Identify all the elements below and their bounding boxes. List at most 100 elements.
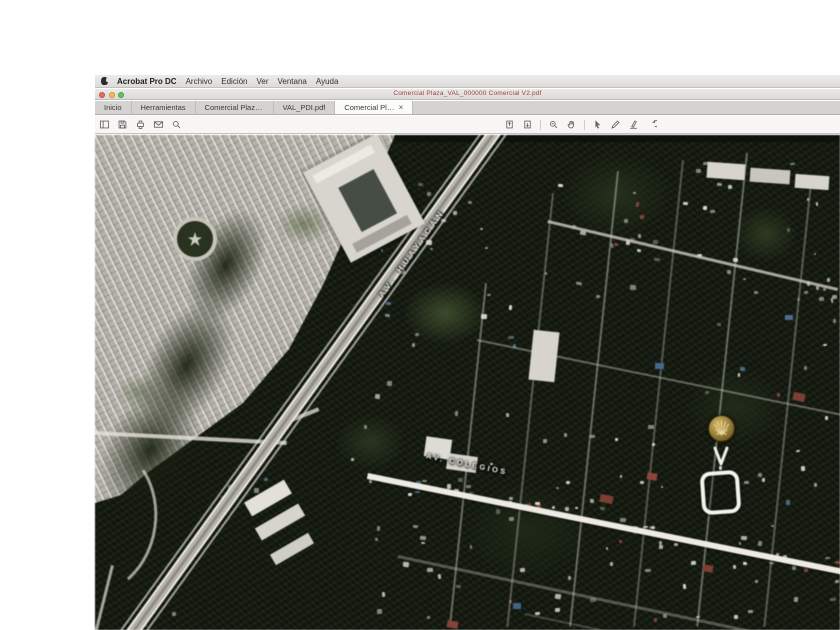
map-speck: [422, 480, 427, 483]
map-speck: [458, 477, 463, 482]
map-speck: [620, 475, 623, 479]
map-speck: [385, 313, 391, 318]
toolbar-right-group: [504, 116, 657, 133]
blue-roof-building: [513, 603, 521, 609]
map-speck: [742, 561, 747, 565]
app-name-menu[interactable]: Acrobat Pro DC: [117, 77, 177, 86]
search-icon[interactable]: [171, 119, 182, 130]
map-speck: [555, 594, 562, 600]
building: [749, 167, 791, 185]
toolbar: [95, 116, 840, 134]
highlight-icon[interactable]: [628, 119, 639, 130]
map-speck: [683, 201, 689, 206]
map-speck: [495, 508, 502, 515]
menu-item-archivo[interactable]: Archivo: [186, 77, 213, 86]
hand-tool-icon[interactable]: [566, 119, 577, 130]
undo-icon[interactable]: [646, 119, 657, 130]
map-speck: [253, 487, 259, 493]
satellite-map-canvas[interactable]: AV. HUAYACÁN AV. COLEGIOS: [95, 135, 840, 630]
map-speck: [468, 200, 473, 204]
select-tool-icon[interactable]: [592, 119, 603, 130]
tab-label: VAL_PDI.pdf: [282, 103, 326, 112]
map-speck: [690, 560, 696, 566]
map-speck: [803, 366, 808, 370]
menu-item-edici-n[interactable]: Edición: [221, 77, 247, 86]
map-speck: [786, 499, 791, 505]
acrobat-window: Acrobat Pro DC Archivo Edición Ver Ventana A…: [95, 75, 840, 630]
map-speck: [614, 437, 618, 441]
map-speck: [415, 490, 421, 493]
map-speck: [554, 608, 560, 613]
map-speck: [563, 432, 568, 438]
map-speck: [804, 291, 809, 295]
map-speck: [816, 202, 819, 207]
apple-icon[interactable]: [101, 77, 109, 85]
map-speck: [374, 394, 381, 400]
map-speck: [636, 249, 641, 253]
map-speck: [733, 615, 739, 620]
map-speck: [427, 615, 430, 619]
map-speck: [790, 163, 796, 166]
sign-pen-icon[interactable]: [610, 119, 621, 130]
tab-bar: Inicio Herramientas Comercial Plaza... VAL_…: [95, 101, 840, 115]
map-speck: [508, 335, 515, 340]
map-speck: [430, 247, 434, 251]
tab-close-icon[interactable]: ×: [399, 103, 404, 112]
map-speck: [757, 540, 763, 547]
map-speck: [702, 206, 708, 212]
map-speck: [453, 210, 458, 216]
map-speck: [552, 505, 556, 510]
map-speck: [727, 184, 733, 190]
map-speck: [446, 483, 451, 489]
email-icon[interactable]: [153, 119, 164, 130]
map-speck: [683, 584, 687, 590]
tab-label: Herramientas: [140, 103, 186, 112]
map-speck: [834, 579, 839, 584]
map-speck: [645, 568, 651, 572]
tab-herramientas[interactable]: Herramientas: [132, 101, 196, 114]
map-speck: [419, 535, 426, 541]
tab-val-pdi-pdf[interactable]: VAL_PDI.pdf: [274, 101, 336, 114]
golden-palm-logo-icon: [708, 415, 735, 442]
map-speck: [386, 380, 393, 386]
map-speck: [727, 269, 732, 274]
map-speck: [408, 493, 413, 497]
next-page-icon[interactable]: [522, 119, 533, 130]
map-speck: [814, 483, 818, 488]
chevron-down-icon: [713, 446, 729, 466]
tab-label: Inicio: [104, 103, 122, 112]
tab-comercial-plaza[interactable]: Comercial Plaza...: [196, 101, 274, 114]
map-speck: [761, 477, 765, 483]
map-speck: [753, 290, 759, 295]
map-speck: [796, 449, 801, 452]
map-speck: [710, 209, 716, 213]
map-speck: [740, 367, 746, 372]
toolbar-separator: [540, 119, 541, 130]
map-speck: [509, 496, 514, 501]
zoom-out-icon[interactable]: [548, 119, 559, 130]
menu-item-ayuda[interactable]: Ayuda: [316, 77, 339, 86]
menu-item-ventana[interactable]: Ventana: [278, 77, 307, 86]
map-speck: [740, 535, 747, 540]
map-speck: [776, 392, 781, 397]
tab-inicio[interactable]: Inicio: [95, 101, 132, 114]
map-speck: [374, 537, 378, 541]
map-speck: [437, 573, 442, 579]
map-speck: [564, 506, 569, 511]
previous-page-icon[interactable]: [504, 119, 515, 130]
map-speck: [632, 191, 636, 195]
map-speck: [827, 278, 830, 282]
map-speck: [755, 580, 759, 584]
print-icon[interactable]: [135, 119, 146, 130]
map-speck: [673, 543, 678, 547]
map-speck: [624, 218, 629, 223]
sidebar-panel-icon[interactable]: [99, 119, 110, 130]
save-icon[interactable]: [117, 119, 128, 130]
map-speck: [542, 438, 547, 443]
map-speck: [411, 342, 415, 348]
map-speck: [825, 556, 831, 560]
toolbar-left-group: [99, 116, 182, 133]
menu-item-ver[interactable]: Ver: [257, 77, 269, 86]
map-speck: [426, 192, 432, 197]
tab-comercial-plaz[interactable]: Comercial Plaz... ×: [335, 101, 414, 114]
